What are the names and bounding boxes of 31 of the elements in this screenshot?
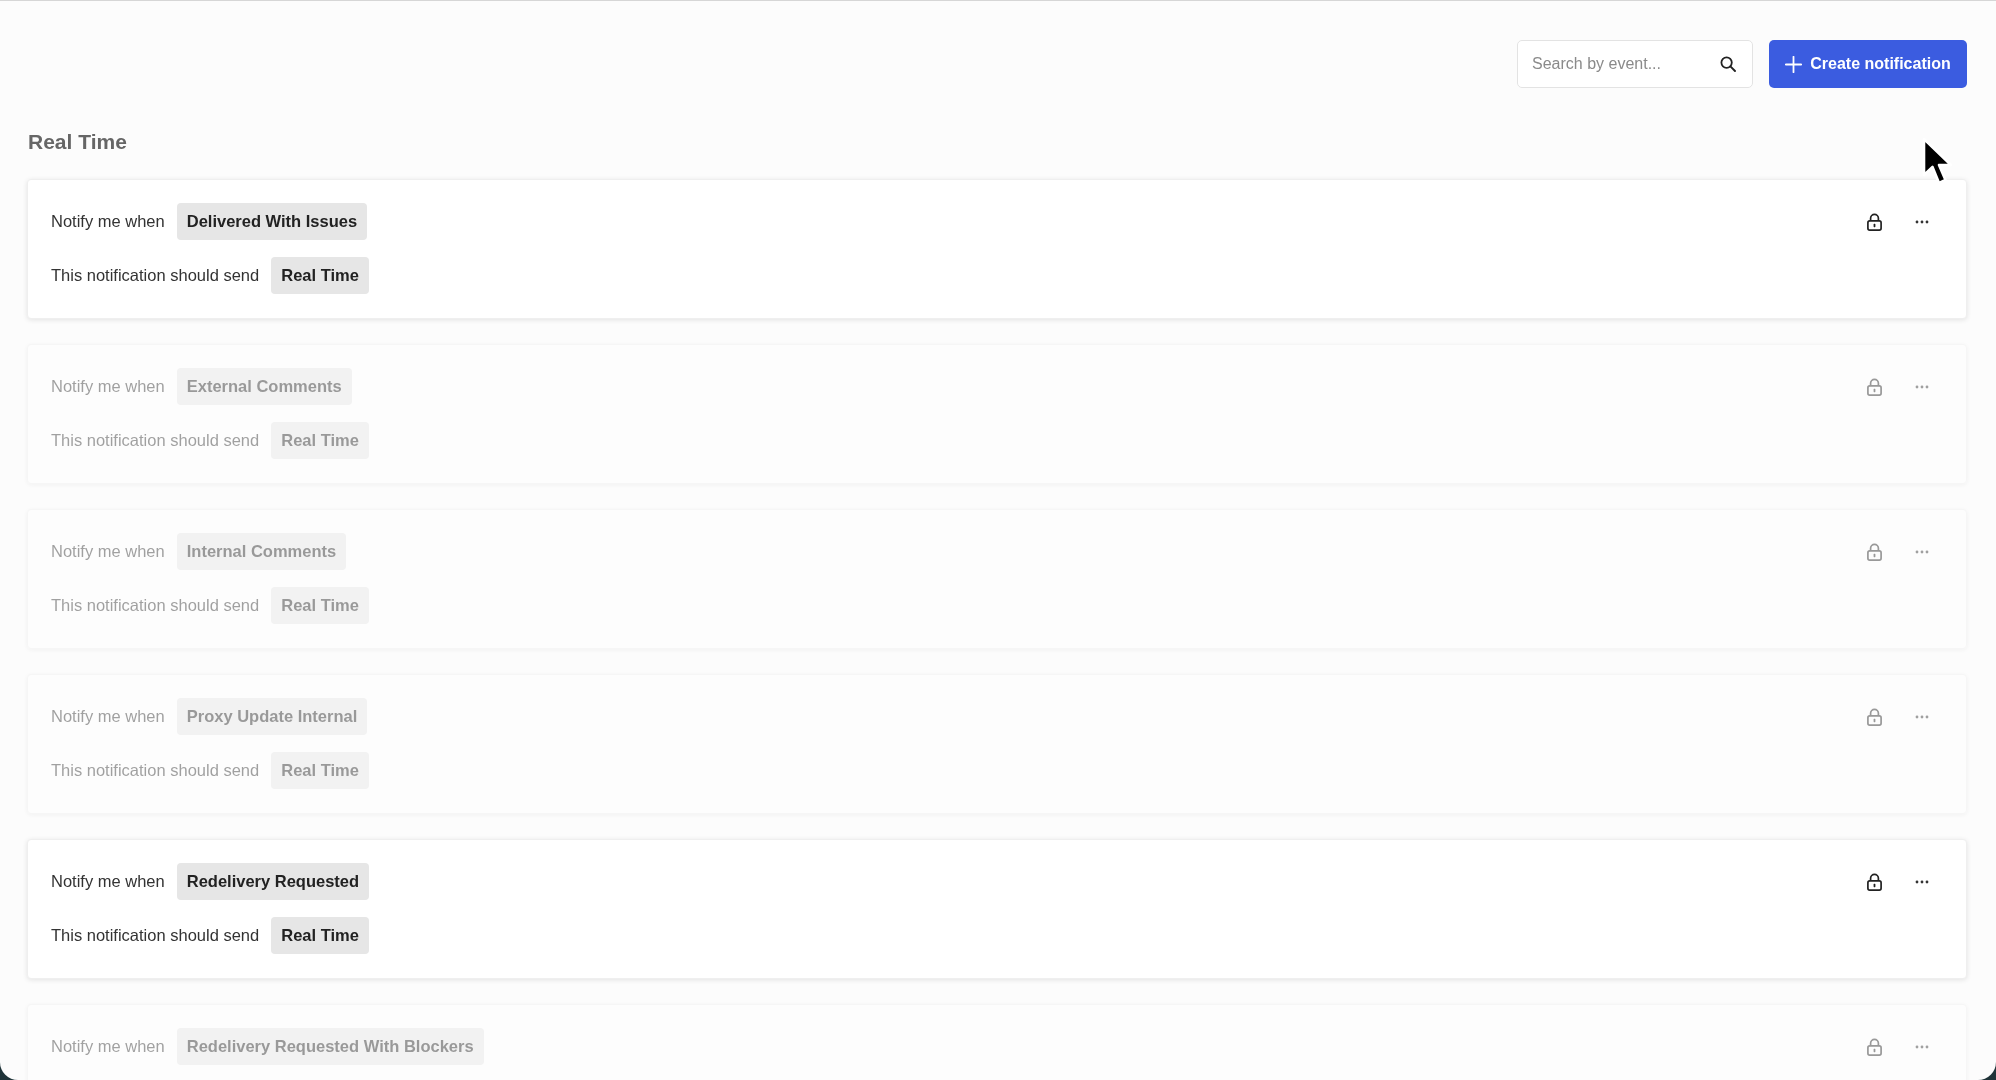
event-tag: External Comments [176, 368, 352, 405]
frequency-label: This notification should send [51, 265, 260, 287]
frequency-label: This notification should send [51, 430, 260, 452]
frequency-label: This notification should send [51, 760, 260, 782]
more-icon[interactable] [1915, 219, 1929, 224]
section-heading: Real Time [28, 129, 127, 154]
plus-icon [1785, 55, 1803, 73]
event-tag: Internal Comments [176, 533, 347, 570]
create-notification-button[interactable]: Create notification [1769, 40, 1967, 88]
frequency-label: This notification should send [51, 595, 260, 617]
trigger-label: Notify me when [51, 706, 165, 728]
frequency-tag: Real Time [271, 422, 369, 459]
trigger-label: Notify me when [51, 211, 165, 233]
frequency-tag: Real Time [271, 752, 369, 789]
frequency-tag: Real Time [271, 257, 369, 294]
frequency-tag: Real Time [271, 587, 369, 624]
lock-icon[interactable] [1867, 212, 1882, 231]
event-tag: Proxy Update Internal [176, 698, 368, 735]
event-tag: Delivered With Issues [176, 203, 368, 240]
frequency-tag: Real Time [271, 917, 369, 954]
search-icon [1720, 56, 1736, 72]
trigger-label: Notify me when [51, 541, 165, 563]
trigger-label: Notify me when [51, 376, 165, 398]
more-icon[interactable] [1915, 879, 1929, 884]
trigger-label: Notify me when [51, 871, 165, 893]
event-tag: Redelivery Requested With Blockers [176, 1028, 484, 1065]
search-field[interactable]: Search by event... [1517, 40, 1753, 88]
event-tag: Redelivery Requested [176, 863, 370, 900]
lock-icon[interactable] [1867, 872, 1882, 891]
trigger-label: Notify me when [51, 1036, 165, 1058]
frequency-label: This notification should send [51, 925, 260, 947]
